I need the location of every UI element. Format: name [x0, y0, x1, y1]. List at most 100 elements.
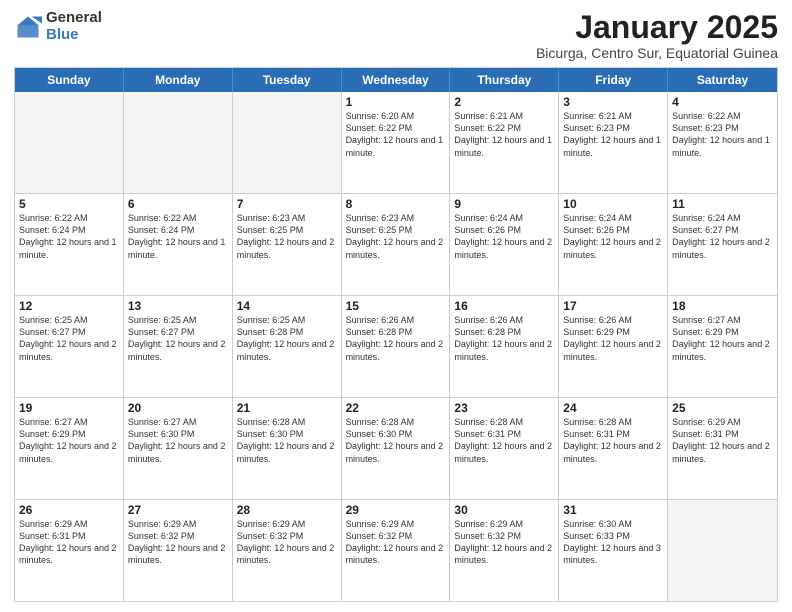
day-5: 5Sunrise: 6:22 AM Sunset: 6:24 PM Daylig…	[15, 194, 124, 295]
col-header-thursday: Thursday	[450, 68, 559, 92]
day-info: Sunrise: 6:23 AM Sunset: 6:25 PM Dayligh…	[346, 212, 446, 261]
day-number: 12	[19, 299, 119, 313]
week-row-3: 19Sunrise: 6:27 AM Sunset: 6:29 PM Dayli…	[15, 397, 777, 499]
day-info: Sunrise: 6:29 AM Sunset: 6:32 PM Dayligh…	[454, 518, 554, 567]
day-17: 17Sunrise: 6:26 AM Sunset: 6:29 PM Dayli…	[559, 296, 668, 397]
day-number: 31	[563, 503, 663, 517]
day-31: 31Sunrise: 6:30 AM Sunset: 6:33 PM Dayli…	[559, 500, 668, 601]
day-25: 25Sunrise: 6:29 AM Sunset: 6:31 PM Dayli…	[668, 398, 777, 499]
header-right: January 2025 Bicurga, Centro Sur, Equato…	[536, 10, 778, 61]
day-number: 15	[346, 299, 446, 313]
day-info: Sunrise: 6:29 AM Sunset: 6:31 PM Dayligh…	[672, 416, 773, 465]
day-info: Sunrise: 6:27 AM Sunset: 6:30 PM Dayligh…	[128, 416, 228, 465]
day-number: 16	[454, 299, 554, 313]
day-number: 1	[346, 95, 446, 109]
day-3: 3Sunrise: 6:21 AM Sunset: 6:23 PM Daylig…	[559, 92, 668, 193]
month-title: January 2025	[536, 10, 778, 45]
day-info: Sunrise: 6:29 AM Sunset: 6:32 PM Dayligh…	[346, 518, 446, 567]
day-info: Sunrise: 6:24 AM Sunset: 6:26 PM Dayligh…	[454, 212, 554, 261]
day-12: 12Sunrise: 6:25 AM Sunset: 6:27 PM Dayli…	[15, 296, 124, 397]
col-header-monday: Monday	[124, 68, 233, 92]
day-number: 13	[128, 299, 228, 313]
day-19: 19Sunrise: 6:27 AM Sunset: 6:29 PM Dayli…	[15, 398, 124, 499]
day-number: 2	[454, 95, 554, 109]
day-info: Sunrise: 6:25 AM Sunset: 6:28 PM Dayligh…	[237, 314, 337, 363]
day-number: 6	[128, 197, 228, 211]
day-23: 23Sunrise: 6:28 AM Sunset: 6:31 PM Dayli…	[450, 398, 559, 499]
day-number: 4	[672, 95, 773, 109]
day-info: Sunrise: 6:29 AM Sunset: 6:32 PM Dayligh…	[237, 518, 337, 567]
day-info: Sunrise: 6:26 AM Sunset: 6:28 PM Dayligh…	[346, 314, 446, 363]
week-row-2: 12Sunrise: 6:25 AM Sunset: 6:27 PM Dayli…	[15, 295, 777, 397]
day-14: 14Sunrise: 6:25 AM Sunset: 6:28 PM Dayli…	[233, 296, 342, 397]
col-header-wednesday: Wednesday	[342, 68, 451, 92]
day-6: 6Sunrise: 6:22 AM Sunset: 6:24 PM Daylig…	[124, 194, 233, 295]
day-number: 28	[237, 503, 337, 517]
day-info: Sunrise: 6:22 AM Sunset: 6:24 PM Dayligh…	[128, 212, 228, 261]
day-27: 27Sunrise: 6:29 AM Sunset: 6:32 PM Dayli…	[124, 500, 233, 601]
day-info: Sunrise: 6:29 AM Sunset: 6:32 PM Dayligh…	[128, 518, 228, 567]
logo-general: General	[46, 10, 102, 27]
day-number: 29	[346, 503, 446, 517]
day-22: 22Sunrise: 6:28 AM Sunset: 6:30 PM Dayli…	[342, 398, 451, 499]
day-info: Sunrise: 6:21 AM Sunset: 6:22 PM Dayligh…	[454, 110, 554, 159]
day-number: 25	[672, 401, 773, 415]
day-2: 2Sunrise: 6:21 AM Sunset: 6:22 PM Daylig…	[450, 92, 559, 193]
day-info: Sunrise: 6:20 AM Sunset: 6:22 PM Dayligh…	[346, 110, 446, 159]
day-number: 7	[237, 197, 337, 211]
day-info: Sunrise: 6:27 AM Sunset: 6:29 PM Dayligh…	[19, 416, 119, 465]
day-empty	[15, 92, 124, 193]
day-18: 18Sunrise: 6:27 AM Sunset: 6:29 PM Dayli…	[668, 296, 777, 397]
day-empty	[124, 92, 233, 193]
day-26: 26Sunrise: 6:29 AM Sunset: 6:31 PM Dayli…	[15, 500, 124, 601]
logo-text: General Blue	[46, 10, 102, 43]
day-20: 20Sunrise: 6:27 AM Sunset: 6:30 PM Dayli…	[124, 398, 233, 499]
day-number: 18	[672, 299, 773, 313]
day-info: Sunrise: 6:23 AM Sunset: 6:25 PM Dayligh…	[237, 212, 337, 261]
day-info: Sunrise: 6:21 AM Sunset: 6:23 PM Dayligh…	[563, 110, 663, 159]
day-info: Sunrise: 6:24 AM Sunset: 6:26 PM Dayligh…	[563, 212, 663, 261]
day-empty	[668, 500, 777, 601]
col-header-saturday: Saturday	[668, 68, 777, 92]
day-number: 10	[563, 197, 663, 211]
day-info: Sunrise: 6:28 AM Sunset: 6:30 PM Dayligh…	[237, 416, 337, 465]
day-13: 13Sunrise: 6:25 AM Sunset: 6:27 PM Dayli…	[124, 296, 233, 397]
day-number: 8	[346, 197, 446, 211]
day-info: Sunrise: 6:28 AM Sunset: 6:30 PM Dayligh…	[346, 416, 446, 465]
day-info: Sunrise: 6:26 AM Sunset: 6:28 PM Dayligh…	[454, 314, 554, 363]
logo-blue: Blue	[46, 27, 102, 44]
day-7: 7Sunrise: 6:23 AM Sunset: 6:25 PM Daylig…	[233, 194, 342, 295]
day-28: 28Sunrise: 6:29 AM Sunset: 6:32 PM Dayli…	[233, 500, 342, 601]
day-number: 27	[128, 503, 228, 517]
day-info: Sunrise: 6:22 AM Sunset: 6:24 PM Dayligh…	[19, 212, 119, 261]
day-number: 26	[19, 503, 119, 517]
day-number: 9	[454, 197, 554, 211]
week-row-0: 1Sunrise: 6:20 AM Sunset: 6:22 PM Daylig…	[15, 92, 777, 193]
day-1: 1Sunrise: 6:20 AM Sunset: 6:22 PM Daylig…	[342, 92, 451, 193]
day-number: 24	[563, 401, 663, 415]
header: General Blue January 2025 Bicurga, Centr…	[14, 10, 778, 61]
col-header-tuesday: Tuesday	[233, 68, 342, 92]
day-8: 8Sunrise: 6:23 AM Sunset: 6:25 PM Daylig…	[342, 194, 451, 295]
day-number: 19	[19, 401, 119, 415]
day-number: 30	[454, 503, 554, 517]
day-info: Sunrise: 6:27 AM Sunset: 6:29 PM Dayligh…	[672, 314, 773, 363]
day-16: 16Sunrise: 6:26 AM Sunset: 6:28 PM Dayli…	[450, 296, 559, 397]
subtitle: Bicurga, Centro Sur, Equatorial Guinea	[536, 45, 778, 61]
col-header-friday: Friday	[559, 68, 668, 92]
day-info: Sunrise: 6:24 AM Sunset: 6:27 PM Dayligh…	[672, 212, 773, 261]
day-29: 29Sunrise: 6:29 AM Sunset: 6:32 PM Dayli…	[342, 500, 451, 601]
day-info: Sunrise: 6:26 AM Sunset: 6:29 PM Dayligh…	[563, 314, 663, 363]
day-30: 30Sunrise: 6:29 AM Sunset: 6:32 PM Dayli…	[450, 500, 559, 601]
day-info: Sunrise: 6:22 AM Sunset: 6:23 PM Dayligh…	[672, 110, 773, 159]
day-empty	[233, 92, 342, 193]
day-4: 4Sunrise: 6:22 AM Sunset: 6:23 PM Daylig…	[668, 92, 777, 193]
day-number: 23	[454, 401, 554, 415]
day-10: 10Sunrise: 6:24 AM Sunset: 6:26 PM Dayli…	[559, 194, 668, 295]
day-info: Sunrise: 6:25 AM Sunset: 6:27 PM Dayligh…	[19, 314, 119, 363]
col-headers: SundayMondayTuesdayWednesdayThursdayFrid…	[15, 68, 777, 92]
day-11: 11Sunrise: 6:24 AM Sunset: 6:27 PM Dayli…	[668, 194, 777, 295]
day-info: Sunrise: 6:29 AM Sunset: 6:31 PM Dayligh…	[19, 518, 119, 567]
day-number: 3	[563, 95, 663, 109]
day-number: 22	[346, 401, 446, 415]
